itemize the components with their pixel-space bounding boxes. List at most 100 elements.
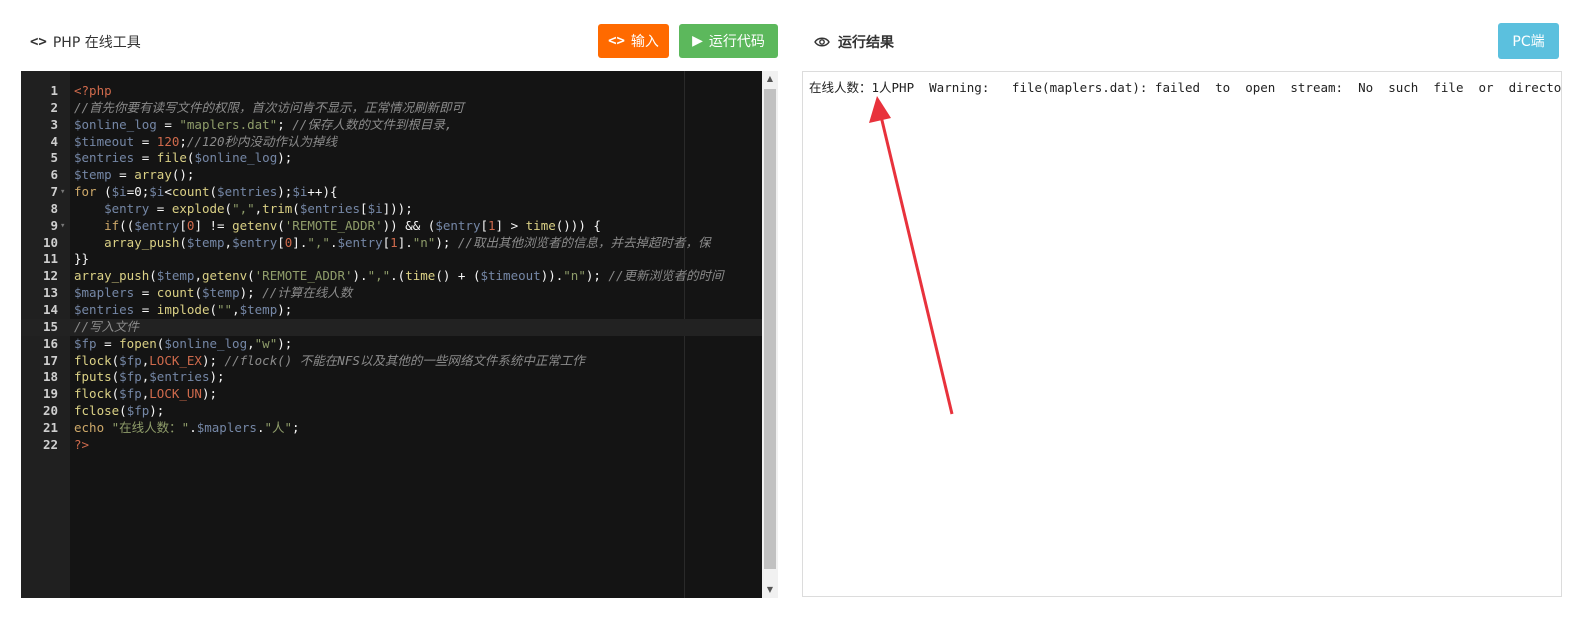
line-number: 4 xyxy=(50,133,58,149)
code-token: $i xyxy=(111,184,127,200)
code-token: (( xyxy=(119,217,135,233)
code-token: ); xyxy=(149,403,165,419)
code-token: ); xyxy=(209,369,225,385)
code-token: [ xyxy=(277,234,285,250)
code-line[interactable]: 7 ▾ for ($i=0;$i<count($entries);$i++){ xyxy=(21,184,762,201)
code-line[interactable]: 18 fputs($fp,$entries); xyxy=(21,369,762,386)
code-token: $entries xyxy=(149,369,210,385)
result-title: 运行结果 xyxy=(814,32,894,52)
scroll-up-icon[interactable]: ▲ xyxy=(762,71,778,87)
code-text: fputs($fp,$entries); xyxy=(74,369,764,386)
code-token: = xyxy=(149,200,172,216)
code-token: ] != xyxy=(194,217,233,233)
code-text: if(($entry[0] != getenv('REMOTE_ADDR')) … xyxy=(74,218,764,235)
code-line[interactable]: 8 $entry = explode(",",trim($entries[$i]… xyxy=(21,201,762,218)
code-line[interactable]: 5 $entries = file($online_log); xyxy=(21,150,762,167)
code-token: = xyxy=(111,167,135,183)
code-token: ( xyxy=(194,285,202,301)
line-number: 11 xyxy=(42,251,58,267)
code-token: = xyxy=(134,150,157,166)
code-token: ); xyxy=(239,285,263,301)
code-token: ); xyxy=(201,386,218,402)
code-line[interactable]: 19 flock($fp,LOCK_UN); xyxy=(21,386,762,403)
code-line[interactable]: 12 array_push($temp,getenv('REMOTE_ADDR')… xyxy=(21,268,762,285)
line-number: 9 xyxy=(50,217,58,233)
line-number: 17 xyxy=(42,352,58,368)
code-lines[interactable]: 1 <?php 2 //首先你要有读写文件的权限，首次访问肯不显示，正常情况刷新即可 3… xyxy=(21,83,762,454)
line-number: 12 xyxy=(42,268,58,284)
code-token: "在线人数：" xyxy=(111,419,190,435)
scroll-down-icon[interactable]: ▼ xyxy=(762,582,778,598)
line-number: 18 xyxy=(42,369,58,385)
code-line[interactable]: 1 <?php xyxy=(21,83,762,100)
code-token: flock xyxy=(74,386,112,402)
code-line[interactable]: 6 $temp = array(); xyxy=(21,167,762,184)
code-token: $i xyxy=(367,200,383,216)
code-token: ?> xyxy=(74,436,90,452)
line-number: 10 xyxy=(42,234,58,250)
code-token: [ xyxy=(360,200,368,216)
line-number: 6 xyxy=(50,167,58,183)
code-token: fputs xyxy=(74,369,112,385)
code-line[interactable]: 22 ?> xyxy=(21,437,762,454)
code-brackets-icon: <> xyxy=(30,34,47,50)
code-line[interactable]: 3 $online_log = "maplers.dat"; //保存人数的文件到… xyxy=(21,117,762,134)
code-text: }} xyxy=(74,251,764,268)
code-editor[interactable]: 1 <?php 2 //首先你要有读写文件的权限，首次访问肯不显示，正常情况刷新即可 3… xyxy=(21,71,778,598)
pc-button[interactable]: PC端 xyxy=(1498,23,1559,59)
line-number: 15 xyxy=(42,318,58,334)
code-token: $entry xyxy=(435,217,481,233)
pc-button-label: PC端 xyxy=(1512,34,1545,50)
code-token: ); xyxy=(201,352,225,368)
code-token: (); xyxy=(171,167,195,183)
code-text: flock($fp,LOCK_UN); xyxy=(74,386,764,403)
code-line[interactable]: 13 $maplers = count($temp); //计算在线人数 xyxy=(21,285,762,302)
code-line[interactable]: 2 //首先你要有读写文件的权限，首次访问肯不显示，正常情况刷新即可 xyxy=(21,100,762,117)
code-line[interactable]: 10 array_push($temp,$entry[0].",".$entry… xyxy=(21,235,762,252)
scrollbar-thumb[interactable] xyxy=(764,89,776,569)
line-number: 20 xyxy=(42,403,58,419)
code-line[interactable]: 9 ▾ if(($entry[0] != getenv('REMOTE_ADDR'… xyxy=(21,218,762,235)
code-line[interactable]: 16 $fp = fopen($online_log,"w"); xyxy=(21,336,762,353)
code-text: $entries = implode("",$temp); xyxy=(74,302,764,319)
code-line[interactable]: 21 echo "在线人数：".$maplers."人"; xyxy=(21,420,762,437)
code-token: explode xyxy=(171,200,225,216)
fold-toggle-icon[interactable]: ▾ xyxy=(60,218,65,235)
code-line[interactable]: 11}} xyxy=(21,251,762,268)
code-token: ( xyxy=(292,200,300,216)
code-token: "n" xyxy=(412,234,436,250)
code-token: $temp xyxy=(186,234,225,250)
code-line[interactable]: 14 $entries = implode("",$temp); xyxy=(21,302,762,319)
line-number: 22 xyxy=(42,436,58,452)
code-token: file xyxy=(156,150,187,166)
run-code-button-label: 运行代码 xyxy=(708,34,765,50)
code-token: $fp xyxy=(119,386,142,402)
code-token: 'REMOTE_ADDR' xyxy=(254,268,353,284)
code-line[interactable]: 4 $timeout = 120;//120秒内没动作认为掉线 xyxy=(21,134,762,151)
code-token: trim xyxy=(262,200,293,216)
code-token: flock xyxy=(74,352,112,368)
code-text: array_push($temp,getenv('REMOTE_ADDR')."… xyxy=(74,268,764,285)
code-token: $entries xyxy=(217,184,278,200)
code-token: ( xyxy=(149,268,157,284)
code-token: ( xyxy=(209,301,218,317)
code-token: $entry xyxy=(337,234,383,250)
code-line[interactable]: 15 //写入文件 xyxy=(21,318,762,336)
tool-title-label: PHP 在线工具 xyxy=(52,35,141,51)
code-token: =0; xyxy=(126,184,150,200)
code-text: array_push($temp,$entry[0].",".$entry[1]… xyxy=(74,235,764,252)
editor-scrollbar[interactable]: ▲ ▼ xyxy=(762,71,778,598)
code-line[interactable]: 17 flock($fp,LOCK_EX); //flock() 不能在NFS以及… xyxy=(21,353,762,370)
code-token: $fp xyxy=(126,403,150,419)
input-button[interactable]: <> 输入 xyxy=(598,24,669,58)
code-token: , xyxy=(194,268,202,284)
fold-toggle-icon[interactable]: ▾ xyxy=(60,184,65,201)
code-token: [ xyxy=(480,217,488,233)
code-token: //更新浏览者的时间 xyxy=(608,268,724,284)
code-token: )). xyxy=(540,268,564,284)
code-token: $fp xyxy=(119,369,142,385)
code-text: fclose($fp); xyxy=(74,403,764,420)
code-token: ())) { xyxy=(555,217,601,233)
code-line[interactable]: 20 fclose($fp); xyxy=(21,403,762,420)
run-code-button[interactable]: ▶ 运行代码 xyxy=(679,24,778,58)
